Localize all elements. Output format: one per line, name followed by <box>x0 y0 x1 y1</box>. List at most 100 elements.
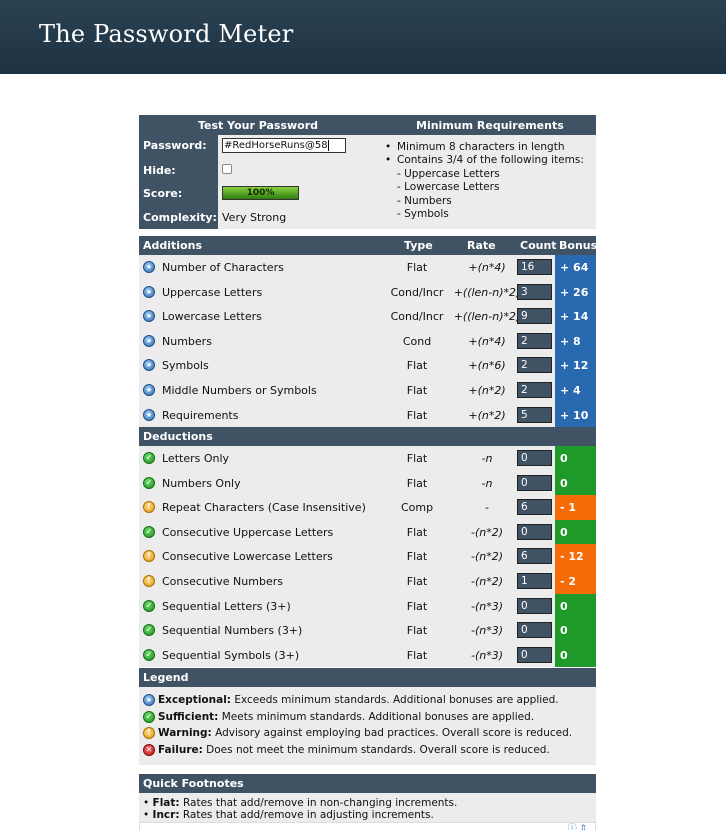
score-label: Score: <box>143 187 183 200</box>
rule-type: Comp <box>400 501 434 515</box>
password-input[interactable]: #RedHorseRuns@58 <box>222 138 346 153</box>
score-row: Requirements Flat +(n*2) 5+ 10 <box>139 402 596 428</box>
rule-rate: -n <box>481 476 493 490</box>
score-row: Uppercase Letters Cond/Incr +((len-n)*2)3+… <box>139 279 596 305</box>
score-row: Repeat Characters (Case Insensitive) Comp… <box>139 495 596 520</box>
sufficient-icon <box>143 710 155 723</box>
ad-strip: ⓘ ⇕ <box>139 822 596 830</box>
score-row: Number of Characters Flat +(n*4) 16+ 64 <box>139 255 596 280</box>
rule-name: Consecutive Numbers <box>162 575 283 588</box>
sufficient-status-icon <box>143 525 155 538</box>
legend-term: Failure: <box>158 743 203 756</box>
rule-name: Consecutive Uppercase Letters <box>162 525 334 539</box>
ad-info-icon[interactable]: ⓘ ⇕ <box>568 821 587 830</box>
footnotes-panel: Quick Footnotes • Flat: Rates that add/r… <box>139 774 596 830</box>
minimum-requirements-heading: Minimum Requirements <box>416 119 564 132</box>
rule-bonus: + 26 <box>555 279 596 305</box>
rule-rate: +(n*2) <box>468 384 506 397</box>
footnote-description: Rates that add/remove in adjusting incre… <box>182 809 434 821</box>
exceptional-status-icon <box>143 334 155 347</box>
rule-bonus: + 4 <box>555 378 596 403</box>
rule-bonus: + 14 <box>555 304 596 329</box>
score-row: Sequential Letters (3+) Flat -(n*3) 00 <box>139 593 596 619</box>
rule-type: Flat <box>406 384 428 397</box>
site-header: The Password Meter <box>0 0 726 74</box>
score-row: Consecutive Lowercase Letters Flat -(n*2) 6… <box>139 544 596 569</box>
score-row: Consecutive Uppercase Letters Flat -(n*2) 0… <box>139 519 596 545</box>
password-value: #RedHorseRuns@58 <box>224 140 328 151</box>
rule-rate: +(n*4) <box>468 334 506 348</box>
exceptional-status-icon <box>143 261 155 273</box>
label-column: Password: Hide: Score: Complexity: <box>139 135 218 229</box>
score-row: Numbers Cond +(n*4) 2+ 8 <box>139 328 596 354</box>
rule-rate: -(n*2) <box>470 525 504 539</box>
count-column-header: Count <box>520 239 557 252</box>
legend-text: Failure: Does not meet the minimum stand… <box>158 744 550 756</box>
hide-checkbox[interactable] <box>222 164 232 174</box>
sufficient-status-icon <box>143 648 155 661</box>
score-row: Numbers Only Flat -n 00 <box>139 470 596 496</box>
rule-name: Middle Numbers or Symbols <box>162 384 317 397</box>
rule-name: Repeat Characters (Case Insensitive) <box>162 501 366 515</box>
warning-status-icon <box>143 550 155 563</box>
score-breakdown-panel: Additions Type Rate Count Bonus Number o… <box>139 236 598 668</box>
legend-term: Exceptional: <box>158 694 231 706</box>
requirement-subitem: - Symbols <box>397 208 449 221</box>
rule-count: 6 <box>517 499 552 516</box>
sufficient-status-icon <box>143 476 155 489</box>
rule-name: Number of Characters <box>162 261 284 274</box>
legend-text: Sufficient: Meets minimum standards. Add… <box>158 711 534 723</box>
rule-type: Flat <box>406 408 428 422</box>
score-row: Sequential Numbers (3+) Flat -(n*3) 00 <box>139 618 596 643</box>
footnote-item: • Flat: Rates that add/remove in non-cha… <box>143 797 458 809</box>
legend-description: Does not meet the minimum standards. Ove… <box>206 743 550 756</box>
rule-rate: -(n*3) <box>470 648 504 662</box>
score-row: Sequential Symbols (3+) Flat -(n*3) 00 <box>139 642 596 668</box>
legend-term: Warning: <box>158 727 212 739</box>
additions-heading: Additions <box>143 239 202 252</box>
footnotes-heading: Quick Footnotes <box>143 777 244 790</box>
rule-name: Numbers Only <box>162 476 241 490</box>
rule-rate: -n <box>481 452 493 465</box>
legend-panel: Legend Exceptional: Exceeds minimum stan… <box>139 668 596 765</box>
rule-bonus: - 12 <box>555 544 596 569</box>
legend-header: Legend <box>139 668 596 687</box>
rule-type: Flat <box>406 476 428 490</box>
rule-count: 0 <box>517 450 552 466</box>
rule-type: Flat <box>406 599 428 613</box>
rule-rate: +(n*6) <box>468 359 506 373</box>
rule-name: Uppercase Letters <box>162 285 263 299</box>
rule-name: Letters Only <box>162 452 230 465</box>
exceptional-status-icon <box>143 310 155 323</box>
legend-term: Sufficient: <box>158 710 219 723</box>
sufficient-status-icon <box>143 624 155 637</box>
rule-type: Cond <box>402 334 432 348</box>
rule-count: 0 <box>517 622 552 639</box>
rule-bonus: - 2 <box>555 569 596 594</box>
rule-rate: -(n*3) <box>470 624 504 638</box>
deductions-header: Deductions <box>139 427 596 446</box>
rule-bonus: 0 <box>555 470 596 496</box>
rule-count: 2 <box>517 332 552 349</box>
rule-count: 0 <box>517 474 552 491</box>
rule-type: Cond/Incr <box>390 310 444 324</box>
rule-bonus: 0 <box>555 446 596 471</box>
rule-type: Flat <box>406 575 428 588</box>
rule-rate: +(n*4) <box>468 261 506 274</box>
rule-rate: +(n*2) <box>468 408 506 422</box>
rule-name: Sequential Numbers (3+) <box>162 624 303 638</box>
complexity-value: Very Strong <box>222 211 287 224</box>
warning-status-icon <box>143 501 155 514</box>
test-your-password-heading: Test Your Password <box>198 119 319 132</box>
requirement-subitem: - Uppercase Letters <box>397 167 500 180</box>
rule-type: Flat <box>406 624 428 638</box>
rule-rate: - <box>485 501 489 515</box>
requirement-subitem: - Lowercase Letters <box>397 181 500 194</box>
rule-type: Flat <box>406 648 428 662</box>
rule-bonus: 0 <box>555 642 596 668</box>
rule-count: 2 <box>517 357 552 374</box>
rule-bonus: 0 <box>555 618 596 643</box>
legend-text: Warning: Advisory against employing bad … <box>158 727 572 739</box>
bonus-column-header: Bonus <box>559 239 598 252</box>
rule-name: Sequential Letters (3+) <box>162 599 291 613</box>
